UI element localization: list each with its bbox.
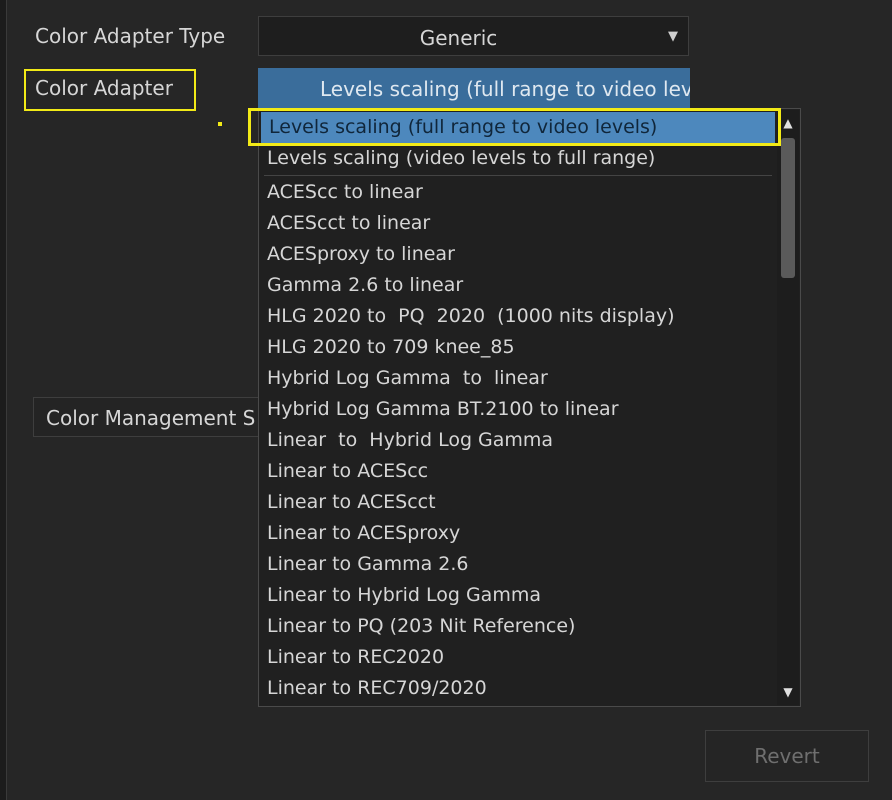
dropdown-item[interactable]: ACEScc to linear — [259, 177, 777, 208]
dropdown-item[interactable]: Linear to PQ (203 Nit Reference) — [259, 611, 777, 642]
dropdown-item[interactable]: Linear to Gamma 2.6 — [259, 549, 777, 580]
dropdown-scrollbar[interactable]: ▲ ▼ — [777, 110, 799, 705]
dropdown-item[interactable]: Levels scaling (full range to video leve… — [261, 112, 775, 143]
dropdown-item[interactable]: Linear to REC2020 — [259, 642, 777, 673]
color-adapter-label: Color Adapter — [35, 76, 173, 100]
dropdown-item[interactable]: ACEScct to linear — [259, 208, 777, 239]
dropdown-item[interactable]: HLG 2020 to 709 knee_85 — [259, 332, 777, 363]
color-management-label: Color Management S — [46, 406, 256, 430]
dropdown-items: Levels scaling (full range to video leve… — [259, 109, 777, 706]
color-adapter-type-value: Generic — [419, 26, 498, 50]
revert-button[interactable]: Revert — [705, 730, 869, 782]
color-adapter-dropdown-list: Levels scaling (full range to video leve… — [258, 108, 801, 707]
dropdown-item[interactable]: Linear to ACEScct — [259, 487, 777, 518]
triangle-up-icon[interactable]: ▲ — [777, 112, 799, 134]
dropdown-item[interactable]: Linear to ACEScc — [259, 456, 777, 487]
dropdown-item[interactable]: Linear to Hybrid Log Gamma — [259, 425, 777, 456]
dropdown-item[interactable]: Hybrid Log Gamma to linear — [259, 363, 777, 394]
dropdown-item[interactable]: Levels scaling (video levels to full ran… — [259, 143, 777, 174]
panel-left-border — [0, 0, 7, 800]
color-adapter-combo[interactable]: Levels scaling (full range to video lev — [258, 68, 690, 108]
dropdown-item[interactable]: Gamma 2.6 to linear — [259, 270, 777, 301]
dropdown-item[interactable]: Hybrid Log Gamma BT.2100 to linear — [259, 394, 777, 425]
color-management-field[interactable]: Color Management S — [33, 397, 273, 437]
color-adapter-value: Levels scaling (full range to video lev — [320, 77, 690, 101]
triangle-down-icon[interactable]: ▼ — [777, 681, 799, 703]
triangle-down-icon: ▼ — [668, 29, 678, 44]
dropdown-item[interactable]: Linear to REC709/2020 — [259, 673, 777, 704]
dropdown-item[interactable]: Linear to Hybrid Log Gamma — [259, 580, 777, 611]
dropdown-item[interactable]: Linear to ACESproxy — [259, 518, 777, 549]
dropdown-item[interactable]: HLG 2020 to PQ 2020 (1000 nits display) — [259, 301, 777, 332]
color-adapter-type-label: Color Adapter Type — [35, 24, 226, 48]
dropdown-item[interactable]: ACESproxy to linear — [259, 239, 777, 270]
annotation-dot — [218, 122, 222, 126]
dropdown-separator — [264, 175, 772, 176]
color-adapter-type-combo[interactable]: Generic ▼ — [258, 16, 689, 56]
scroll-thumb[interactable] — [781, 138, 795, 278]
